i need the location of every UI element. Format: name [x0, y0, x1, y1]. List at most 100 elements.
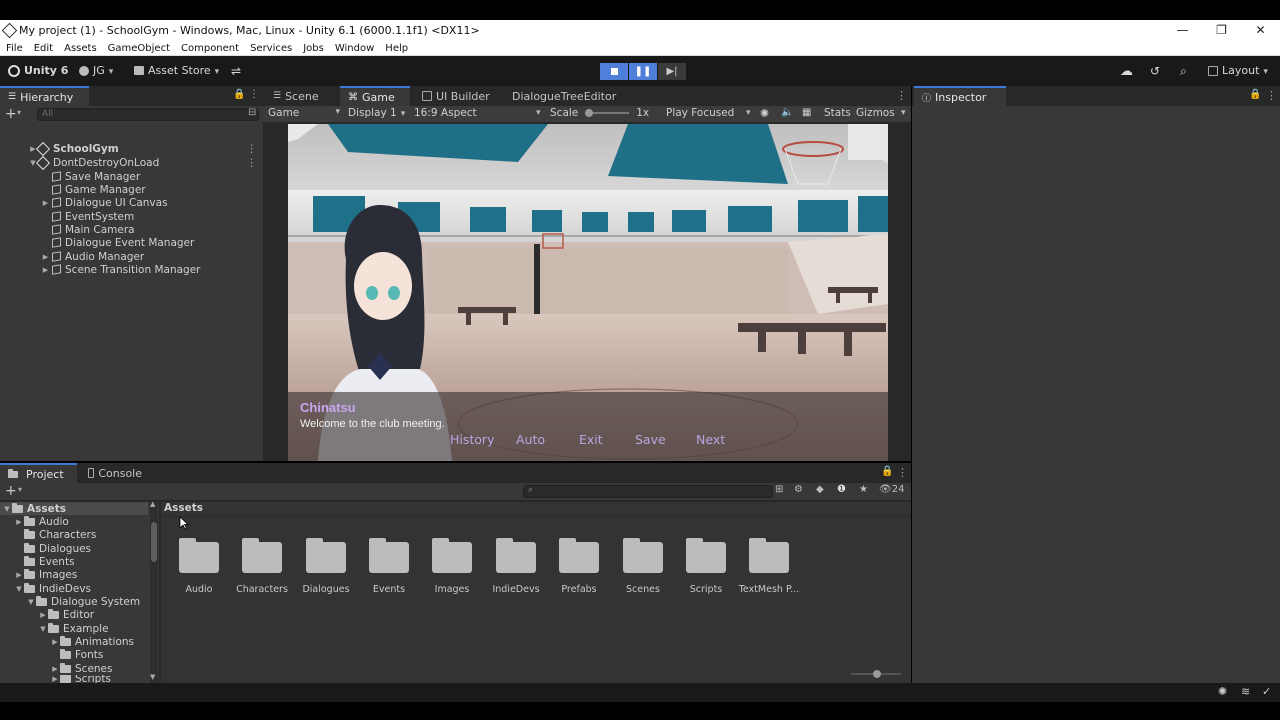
dialogue-exit-button[interactable]: Exit [579, 432, 603, 447]
collapse-arrow-icon[interactable]: ▼ [38, 625, 48, 633]
expand-arrow-icon[interactable]: ▶ [39, 199, 52, 207]
project-search-input[interactable]: ⌕ [523, 485, 773, 498]
hierarchy-item-dontdestroyonload[interactable]: ▼ DontDestroyOnLoad ⋮ [28, 155, 263, 170]
icon-size-slider[interactable] [851, 670, 901, 678]
label-icon[interactable]: ◆ [816, 484, 824, 495]
maximize-button[interactable]: ❐ [1202, 20, 1241, 41]
hierarchy-item-eventsystem[interactable]: EventSystem [52, 210, 134, 223]
tree-scrollbar[interactable]: ▲ ▼ [150, 500, 158, 683]
collapse-arrow-icon[interactable]: ▼ [2, 505, 12, 513]
gizmos-dropdown[interactable]: Gizmos ▾ [856, 107, 910, 119]
collapse-arrow-icon[interactable]: ▼ [26, 598, 36, 606]
warning-icon[interactable]: ❶ [837, 484, 846, 495]
tree-item-audio[interactable]: ▶ Audio [14, 515, 69, 528]
hierarchy-item-save-manager[interactable]: Save Manager [52, 170, 140, 183]
stats-button[interactable]: Stats [824, 107, 851, 119]
hierarchy-item-schoolgym[interactable]: ▶ SchoolGym ⋮ [28, 141, 263, 156]
scroll-down-icon[interactable]: ▼ [150, 673, 155, 681]
tree-item-indiedevs[interactable]: ▼ IndieDevs [14, 582, 91, 595]
expand-arrow-icon[interactable]: ▶ [50, 665, 60, 673]
asset-folder-textmesh-pro[interactable]: TextMesh P... [737, 538, 801, 595]
breadcrumb[interactable]: Assets [164, 502, 203, 514]
history-icon[interactable]: ↺ [1150, 64, 1160, 78]
lock-icon[interactable]: 🔒 [881, 466, 893, 477]
menu-services[interactable]: Services [244, 43, 297, 54]
hierarchy-item-dialogue-event-manager[interactable]: Dialogue Event Manager [52, 236, 194, 249]
pause-button[interactable]: ❚❚ [629, 63, 657, 80]
tree-scrollbar-thumb[interactable] [151, 522, 157, 562]
menu-window[interactable]: Window [329, 43, 379, 54]
hierarchy-search-input[interactable]: All [37, 108, 259, 121]
bug-icon[interactable]: ✺ [760, 107, 769, 120]
asset-folder-images[interactable]: Images [420, 538, 484, 595]
tab-console[interactable]: Console [80, 463, 150, 483]
tree-item-events[interactable]: Events [24, 555, 75, 568]
expand-arrow-icon[interactable]: ▶ [39, 253, 52, 261]
expand-arrow-icon[interactable]: ▶ [14, 518, 24, 526]
more-options-icon[interactable]: ⋮ [249, 89, 259, 100]
more-options-icon[interactable]: ⋮ [897, 466, 908, 479]
asset-folder-indiedevs[interactable]: IndieDevs [484, 538, 548, 595]
menu-jobs[interactable]: Jobs [297, 43, 329, 54]
tab-dialogue-tree-editor[interactable]: DialogueTreeEditor [504, 86, 616, 106]
menu-component[interactable]: Component [175, 43, 244, 54]
tree-item-fonts[interactable]: Fonts [60, 648, 103, 661]
asset-folder-scenes[interactable]: Scenes [611, 538, 675, 595]
layout-dropdown[interactable]: Layout [1208, 64, 1268, 77]
tab-game[interactable]: ⌘ Game [340, 86, 410, 106]
game-mode-dropdown[interactable]: Game [268, 107, 341, 119]
dialogue-history-button[interactable]: History [450, 432, 494, 447]
account-dropdown[interactable]: JG [79, 64, 113, 77]
asset-folder-scripts[interactable]: Scripts [674, 538, 738, 595]
tab-hierarchy[interactable]: ☰ Hierarchy [0, 86, 89, 106]
step-button[interactable]: ▶| [658, 63, 686, 80]
asset-folder-characters[interactable]: Characters [230, 538, 294, 595]
chevron-down-icon[interactable]: ▾ [18, 485, 22, 494]
tab-inspector[interactable]: ⓘ Inspector [914, 86, 1006, 106]
debug-bug-icon[interactable]: ✺ [1218, 685, 1227, 698]
scroll-up-icon[interactable]: ▲ [150, 500, 155, 508]
tree-item-images[interactable]: ▶ Images [14, 568, 77, 581]
expand-arrow-icon[interactable]: ▶ [50, 675, 60, 683]
chevron-down-icon[interactable]: ▾ [17, 108, 21, 117]
expand-arrow-icon[interactable]: ▶ [39, 266, 52, 274]
scene-menu-icon[interactable]: ⋮ [247, 143, 258, 155]
menu-gameobject[interactable]: GameObject [102, 43, 175, 54]
asset-folder-events[interactable]: Events [357, 538, 421, 595]
tree-item-assets[interactable]: ▼ Assets [2, 502, 66, 515]
search-by-type-icon[interactable]: ⊞ [775, 484, 783, 495]
menu-assets[interactable]: Assets [58, 43, 102, 54]
asset-folder-dialogues[interactable]: Dialogues [294, 538, 358, 595]
version-control-icon[interactable]: ⇌ [231, 64, 241, 78]
tree-item-characters[interactable]: Characters [24, 528, 96, 541]
play-mode-dropdown[interactable]: Play Focused ▾ [666, 107, 754, 119]
hierarchy-item-audio-manager[interactable]: ▶ Audio Manager [39, 250, 144, 263]
add-object-button[interactable]: + [5, 106, 17, 122]
search-options-icon[interactable]: ⊟ [248, 107, 256, 118]
hierarchy-item-dialogue-ui-canvas[interactable]: ▶ Dialogue UI Canvas [39, 196, 168, 209]
search-icon[interactable]: ⌕ [1180, 64, 1187, 79]
tree-item-editor[interactable]: ▶ Editor [38, 608, 94, 621]
check-circle-icon[interactable]: ✓ [1262, 685, 1271, 698]
asset-folder-prefabs[interactable]: Prefabs [547, 538, 611, 595]
hierarchy-item-scene-transition-manager[interactable]: ▶ Scene Transition Manager [39, 263, 201, 276]
tree-item-scenes[interactable]: ▶ Scenes [50, 662, 112, 675]
unity-brand-button[interactable]: Unity 6 [8, 64, 68, 77]
more-options-icon[interactable]: ⋮ [896, 89, 907, 102]
icon-size-slider-thumb[interactable] [873, 670, 881, 678]
close-button[interactable]: ✕ [1241, 20, 1280, 41]
collapse-arrow-icon[interactable]: ▼ [14, 585, 24, 593]
tab-ui-builder[interactable]: UI Builder [414, 86, 502, 106]
tree-item-scripts[interactable]: ▶ Scripts [50, 675, 111, 683]
asset-folder-audio[interactable]: Audio [167, 538, 231, 595]
dialogue-auto-button[interactable]: Auto [516, 432, 545, 447]
expand-arrow-icon[interactable]: ▶ [50, 638, 60, 646]
tab-project[interactable]: Project [0, 463, 77, 483]
scene-menu-icon[interactable]: ⋮ [247, 157, 258, 169]
filter-icon[interactable]: ⚙ [794, 484, 803, 495]
expand-arrow-icon[interactable]: ▶ [14, 571, 24, 579]
tree-item-dialogues[interactable]: Dialogues [24, 542, 91, 555]
display-dropdown[interactable]: Display 1 [348, 107, 405, 119]
lock-icon[interactable]: 🔒 [1249, 89, 1261, 100]
aspect-dropdown[interactable]: 16:9 Aspect ▾ [414, 107, 544, 119]
